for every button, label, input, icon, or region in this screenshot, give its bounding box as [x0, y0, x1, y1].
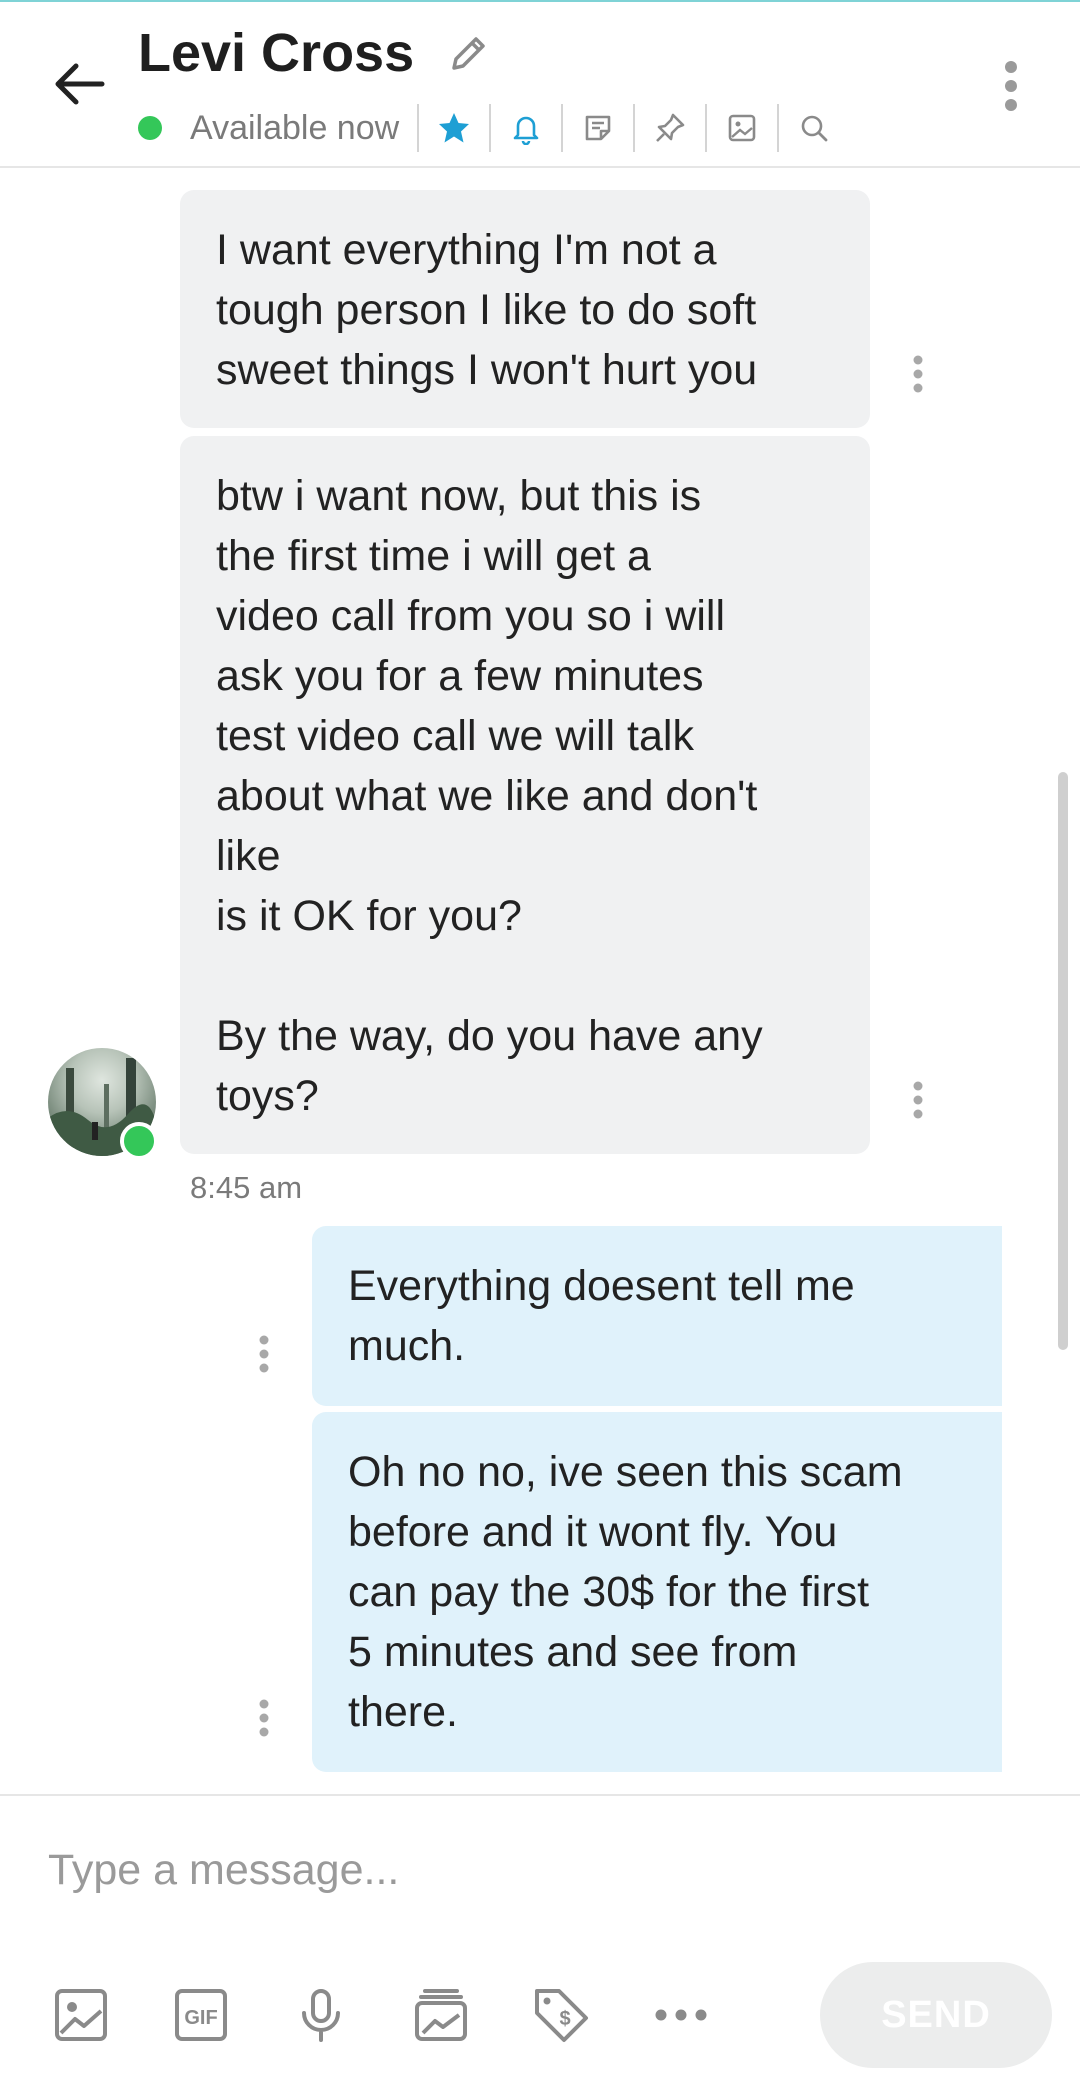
image-icon	[728, 114, 756, 142]
edit-name-button[interactable]	[442, 28, 494, 80]
chat-screen: Levi Cross Available now I want everythi…	[0, 0, 1080, 2098]
pin-icon	[656, 113, 685, 142]
attach-image-button[interactable]	[46, 1980, 116, 2050]
notes-button[interactable]	[561, 104, 633, 152]
message-options-button[interactable]	[244, 1688, 284, 1748]
more-vertical-icon	[913, 355, 923, 393]
favorite-button[interactable]	[417, 104, 489, 152]
notifications-button[interactable]	[489, 104, 561, 152]
contact-name[interactable]: Levi Cross	[138, 22, 414, 84]
message-options-button[interactable]	[898, 344, 938, 404]
bell-icon	[513, 116, 539, 145]
avatar-online-indicator	[120, 1122, 158, 1160]
media-button[interactable]	[705, 104, 777, 152]
note-icon	[585, 115, 611, 141]
back-button[interactable]	[48, 52, 112, 116]
album-button[interactable]	[406, 1980, 476, 2050]
gif-icon: GIF	[175, 1989, 227, 2041]
gif-button[interactable]: GIF	[166, 1980, 236, 2050]
more-vertical-icon	[259, 1335, 269, 1373]
star-icon	[439, 113, 470, 143]
image-icon	[55, 1989, 107, 2041]
pencil-icon	[452, 37, 485, 70]
more-vertical-icon	[259, 1699, 269, 1737]
composer-divider	[0, 1794, 1080, 1796]
more-options-composer-button[interactable]	[646, 1980, 716, 2050]
message-options-button[interactable]	[244, 1324, 284, 1384]
online-status-dot	[138, 116, 162, 140]
pin-button[interactable]	[633, 104, 705, 152]
back-arrow-icon	[55, 63, 105, 105]
search-button[interactable]	[777, 104, 849, 152]
message-timestamp: 8:45 am	[190, 1170, 303, 1205]
outgoing-message[interactable]: Everything doesent tell me much.	[312, 1226, 1002, 1406]
chat-header: Levi Cross Available now	[0, 2, 1080, 168]
incoming-message[interactable]: I want everything I'm not a tough person…	[180, 190, 870, 428]
svg-text:$: $	[559, 2008, 570, 2030]
chat-scrollbar[interactable]	[1058, 772, 1068, 1350]
more-options-button[interactable]	[986, 54, 1036, 118]
svg-text:GIF: GIF	[184, 2007, 217, 2029]
send-button[interactable]: SEND	[820, 1962, 1052, 2068]
incoming-message[interactable]: btw i want now, but this is the first ti…	[180, 436, 870, 1154]
outgoing-message[interactable]: Oh no no, ive seen this scam before and …	[312, 1412, 1002, 1772]
status-row: Available now	[138, 104, 849, 152]
more-horizontal-icon	[655, 2009, 707, 2021]
paid-content-button[interactable]: $	[526, 1980, 596, 2050]
album-icon	[415, 1989, 467, 2041]
availability-status: Available now	[190, 108, 400, 147]
message-input[interactable]	[48, 1830, 1028, 1910]
more-vertical-icon	[1005, 61, 1017, 111]
voice-message-button[interactable]	[286, 1980, 356, 2050]
microphone-icon	[302, 1989, 340, 2042]
more-vertical-icon	[913, 1081, 923, 1119]
search-icon	[801, 115, 828, 142]
message-options-button[interactable]	[898, 1070, 938, 1130]
price-tag-icon: $	[535, 1989, 588, 2042]
